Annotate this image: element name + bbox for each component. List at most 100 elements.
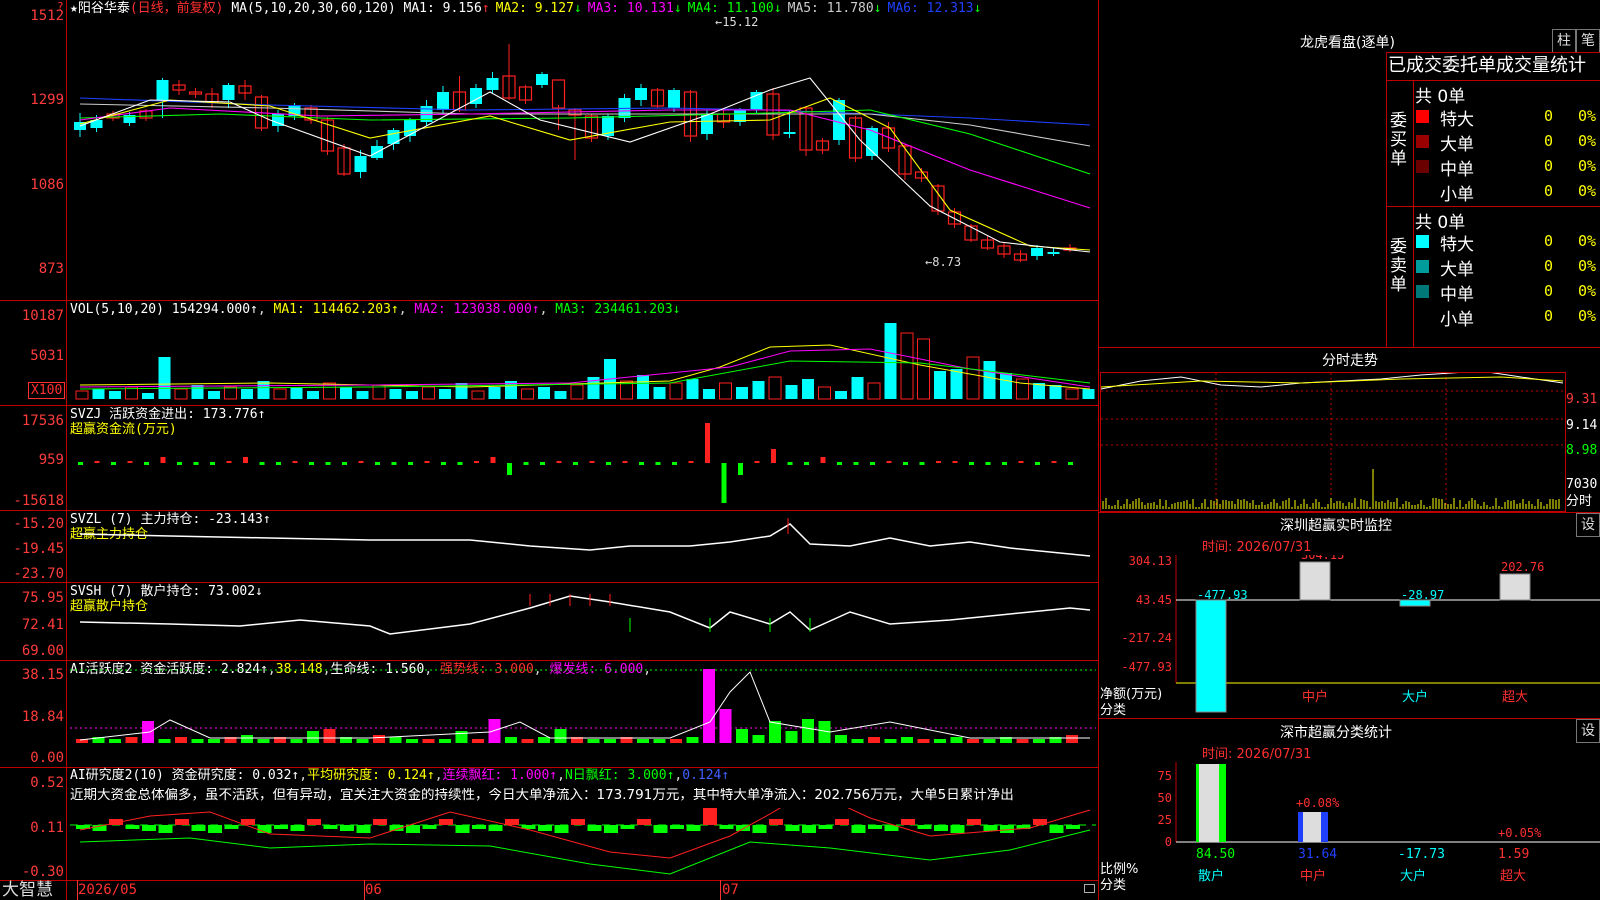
volume-bar [307,391,319,399]
svsh-chart[interactable] [70,584,1096,658]
volume-bar [686,379,699,399]
corner-question-icon[interactable]: ? [57,0,64,13]
ai-active-bar [637,739,649,743]
ai-research-bar [604,825,618,833]
buy-rows-name: 大单 [1440,135,1474,155]
svzj-bar [177,462,182,465]
candle-body-down [783,132,796,134]
svzj-bar [424,461,430,463]
ai-active-bar [323,729,336,743]
svzj-bar [342,462,347,465]
candle-body-up [551,79,566,109]
sell-side-label: 委卖单 [1390,237,1407,295]
ai-active-bar [835,735,847,743]
volume-bar [340,387,352,399]
sz-monitor-bar [1299,561,1331,601]
buy-rows-count: 0 [1544,182,1554,200]
sz-monitor-value-label: -477.93 [1197,588,1248,602]
ai-research-header: AI研究度2(10) 资金研究度: 0.032↑,平均研究度: 0.124↑,连… [70,768,730,783]
ai-active-bar [719,709,732,743]
sz-monitor-category: 中户 [1302,689,1328,705]
intraday-chart[interactable] [1101,373,1563,509]
sell-rows-count: 0 [1544,257,1554,275]
stat-title: 已成交委托单成交量统计 [1388,55,1586,76]
svzj-bar [226,461,232,463]
svzj-bar [969,462,974,465]
candlestick-chart[interactable]: ←15.12 ←8.73 [70,10,1096,298]
buy-rows-name: 中单 [1440,160,1474,180]
ai-research-cont: 连续飘红: 1.000↑ [442,768,558,783]
ai-active-bar [983,739,996,743]
svzj-bar [507,463,512,475]
svzl-chart[interactable] [70,512,1096,580]
candle-body-down [437,92,449,110]
ai-research-bar [719,825,734,829]
svzj-bar [903,462,908,465]
ai-active-bar [1016,739,1029,743]
ai-research-bar [340,825,354,831]
sz-class-value: 84.50 [1196,847,1235,862]
brand-label[interactable]: 大智慧 [2,880,53,900]
sz-class-axis-label: 75 [1158,769,1172,783]
ai-research-bar [950,825,965,833]
svzj-bar [919,462,925,465]
buy-rows-pct: 0% [1578,132,1597,150]
ai-active-bar [653,739,666,743]
vol-axis-2: 5031 [30,348,64,364]
sz-class-chart[interactable]: 7550250-0.12%+0.08%+0.05%84.5031.64-17.7… [1100,762,1600,900]
ai-active-chart[interactable] [70,662,1096,765]
sz-class-value: -17.73 [1398,847,1445,862]
ai-active-bar [241,735,253,743]
volume-bar [1000,373,1012,399]
ai-research-bar [818,825,833,829]
tick-mode-button[interactable]: 笔 [1576,29,1600,53]
svzj-bar [276,462,281,465]
sz-monitor-axis-label: -217.24 [1121,631,1172,645]
volume-bar [488,387,501,399]
ai-research-chart[interactable] [70,808,1096,878]
svzj-chart[interactable] [70,410,1096,508]
lhb-title: 龙虎看盘(逐单) [1300,35,1395,51]
svzj-bar [738,463,743,475]
ai-research-bar [142,825,156,831]
sz-monitor-axis-label: 43.45 [1136,593,1172,607]
buy-rows-count: 0 [1544,157,1554,175]
svzj-bar [391,462,397,465]
sz-monitor-category: 大户 [1402,689,1428,705]
sz-class-category: 超大 [1500,869,1526,884]
sz-class-category: 中户 [1300,868,1326,884]
ai-active-bar [703,669,715,743]
ai-research-green-line [79,829,1091,875]
svzj-axis-2: 959 [38,452,64,468]
ai-research-bar [224,825,239,829]
svzj-bar [474,461,479,463]
svzj-bar [688,461,694,463]
volume-bar [785,385,798,399]
sell-rows-pct: 0% [1578,307,1597,325]
lock-icon[interactable] [1084,884,1095,893]
svzj-bar [870,462,875,465]
volume-bar [191,385,204,399]
volume-chart[interactable] [70,305,1096,403]
svzj-axis-3: -15618 [13,493,64,509]
sz-monitor-settings-button[interactable]: 设 [1576,513,1600,537]
ai-research-axis-2: 0.11 [30,820,64,836]
candle-body-down [536,74,548,85]
sz-monitor-chart[interactable]: 304.13 43.45 -217.24 -477.93 -477.93 散户 304.13… [1100,555,1600,715]
svzj-bar [540,462,545,465]
ai-research-bar [274,825,288,829]
svsh-axis-3: 69.00 [21,643,64,659]
ai-active-bar [125,737,138,743]
ai-active-bar [670,739,682,743]
sz-monitor-value-label: 202.76 [1501,560,1544,574]
ai-active-bar [389,737,402,743]
ai-research-last: 0.124↑ [682,768,730,783]
volume-bar [158,357,171,399]
ai-research-main: AI研究度2(10) 资金研究度: 0.032↑ [70,768,300,783]
ai-active-bar [868,737,880,743]
sz-class-settings-button[interactable]: 设 [1576,719,1600,743]
buy-rows-count: 0 [1544,132,1554,150]
svzj-axis-1: 17536 [21,413,64,429]
ai-research-bar [356,825,371,833]
bar-mode-button[interactable]: 柱 [1552,29,1576,53]
